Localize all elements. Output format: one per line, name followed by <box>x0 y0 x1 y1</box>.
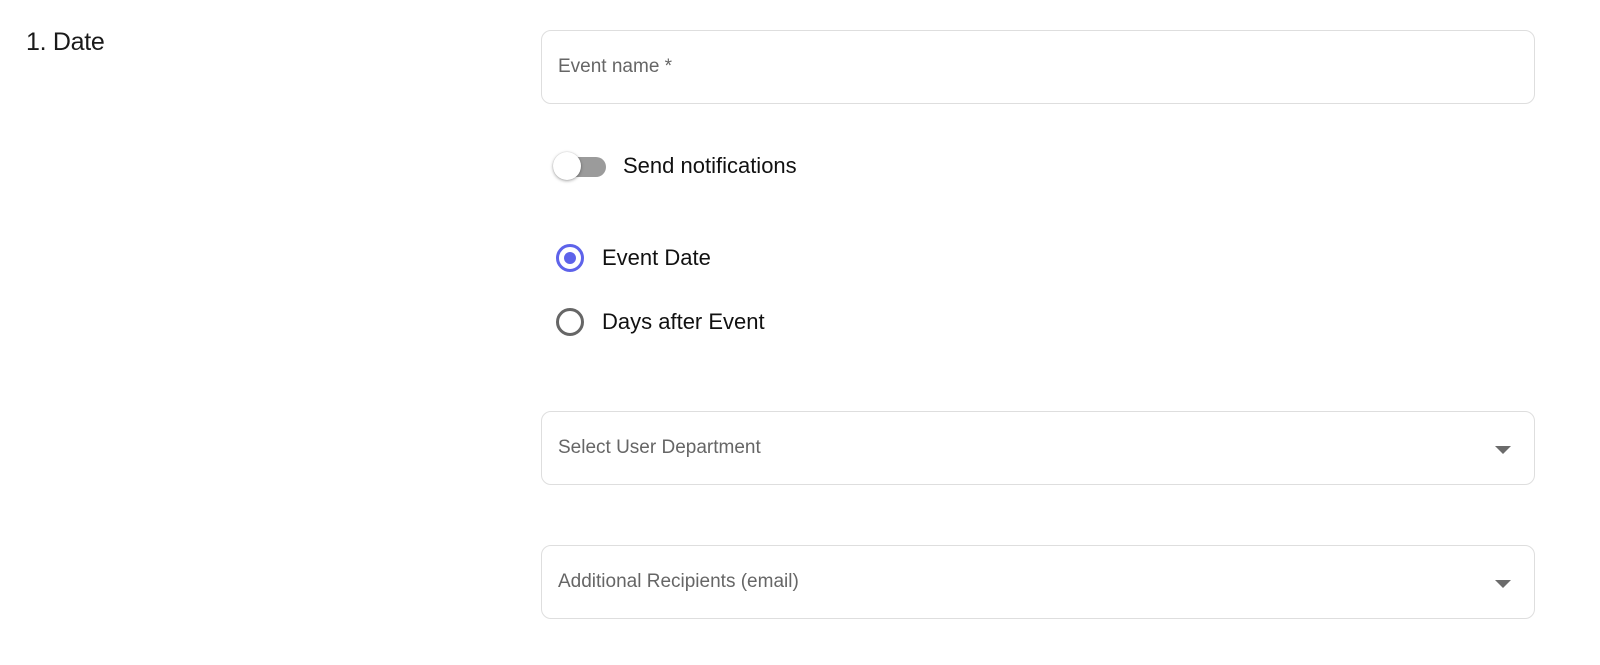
chevron-down-icon[interactable] <box>1495 579 1511 588</box>
recipients-select[interactable]: Additional Recipients (email) <box>541 545 1535 619</box>
department-placeholder: Select User Department <box>558 437 761 458</box>
radio-label-days-after-event: Days after Event <box>602 309 765 334</box>
notifications-toggle-row: Send notifications <box>553 148 797 184</box>
send-notifications-label: Send notifications <box>623 153 797 178</box>
section-title: 1. Date <box>26 28 105 56</box>
radio-option-days-after-event[interactable]: Days after Event <box>556 305 765 339</box>
chevron-down-icon[interactable] <box>1495 445 1511 454</box>
radio-option-event-date[interactable]: Event Date <box>556 241 711 275</box>
toggle-thumb <box>553 152 581 180</box>
event-name-placeholder: Event name * <box>558 56 673 77</box>
radio-unchecked-icon[interactable] <box>556 308 584 336</box>
radio-checked-icon[interactable] <box>556 244 584 272</box>
event-form-page: 1. Date Event name * Send notifications … <box>0 0 1600 665</box>
department-select[interactable]: Select User Department <box>541 411 1535 485</box>
event-name-field[interactable]: Event name * <box>541 30 1535 104</box>
radio-label-event-date: Event Date <box>602 245 711 270</box>
recipients-placeholder: Additional Recipients (email) <box>558 571 799 592</box>
radio-dot <box>564 252 576 264</box>
send-notifications-toggle[interactable] <box>553 148 607 184</box>
